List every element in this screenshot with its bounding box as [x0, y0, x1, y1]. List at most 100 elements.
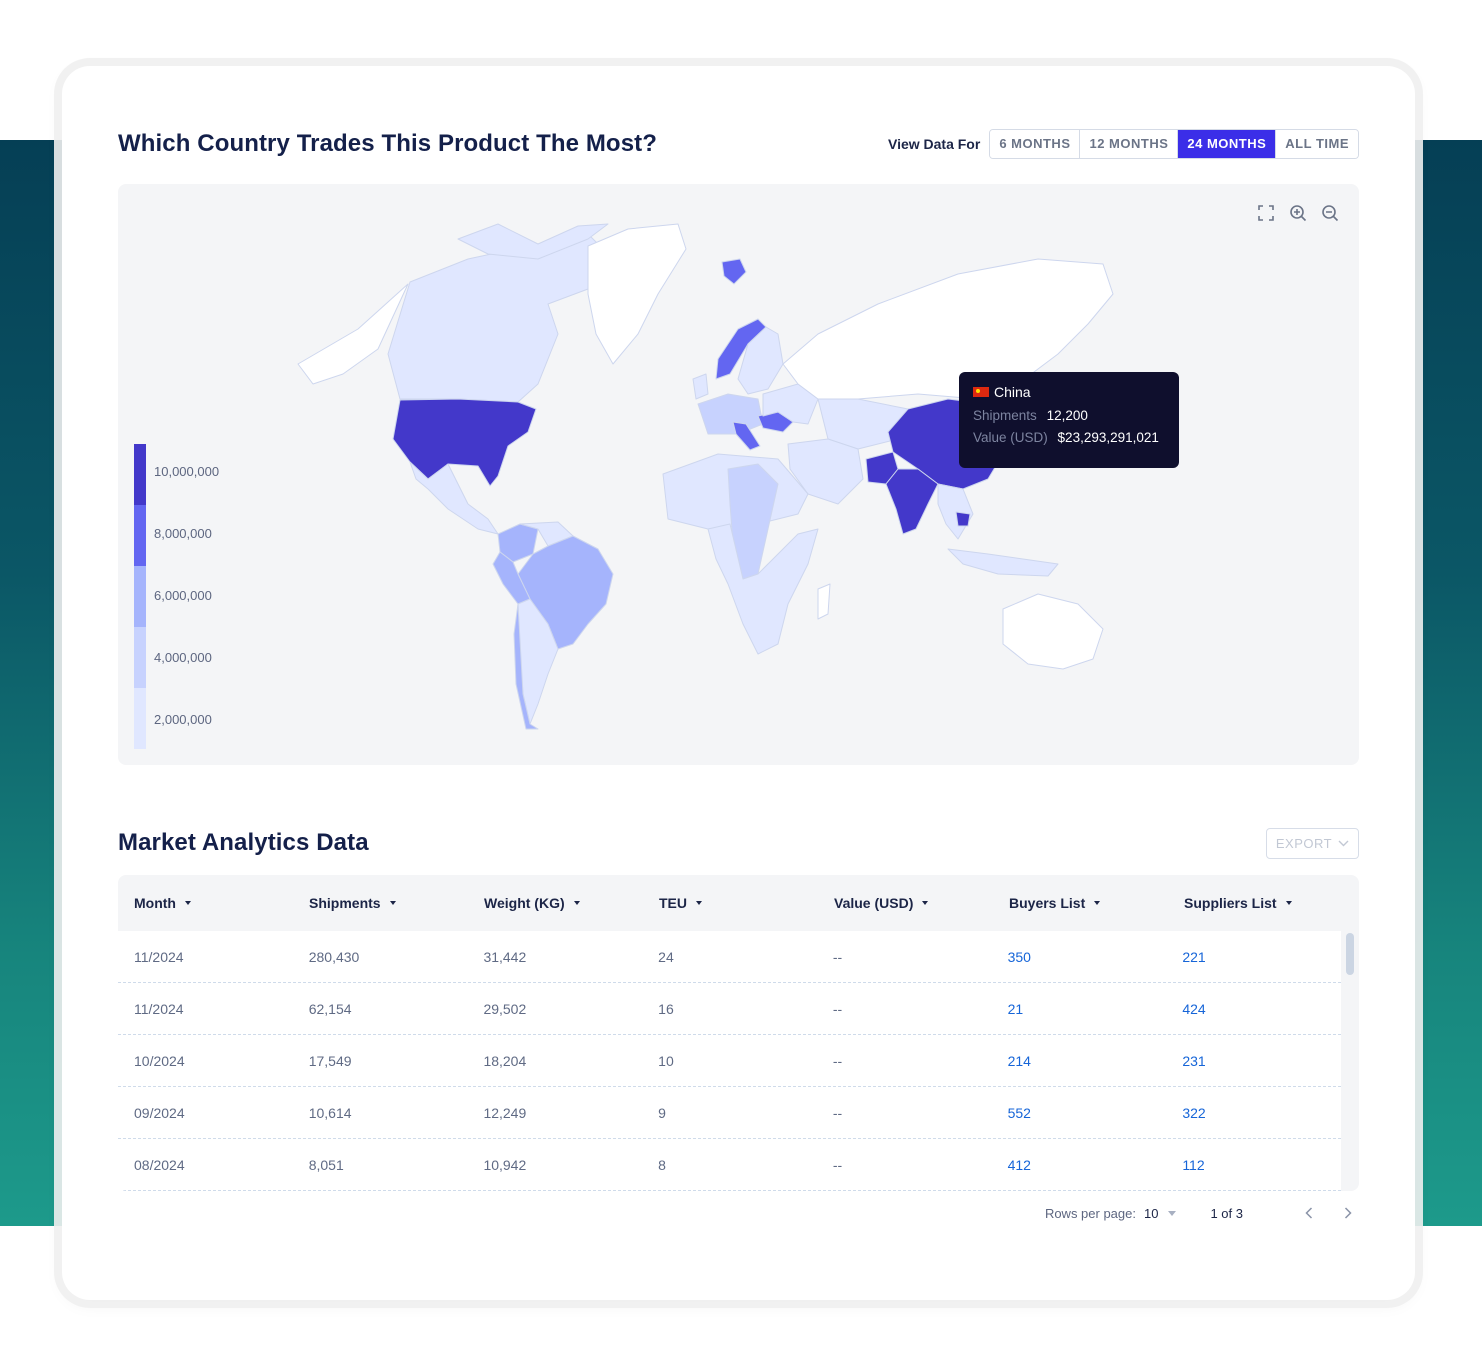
country-canada — [387, 233, 619, 403]
view-data-label: View Data For — [887, 136, 981, 152]
column-header-suppliers[interactable]: Suppliers List — [1168, 895, 1343, 911]
view-data-selector: View Data For 6 MONTHS 12 MONTHS 24 MONT… — [888, 129, 1359, 159]
chevron-right-icon — [1344, 1207, 1352, 1219]
cell-value: -- — [832, 948, 843, 965]
range-6-months-button[interactable]: 6 MONTHS — [990, 130, 1081, 158]
cell-month: 08/2024 — [134, 1156, 185, 1173]
table-row: 09/2024 10,614 12,249 9 -- 552 322 — [118, 1087, 1341, 1139]
cell-weight: 31,442 — [483, 948, 527, 965]
column-header-buyers[interactable]: Buyers List — [993, 895, 1168, 911]
tooltip-shipments-label: Shipments — [973, 408, 1037, 423]
column-header-value[interactable]: Value (USD) — [818, 895, 993, 911]
cell-teu: 8 — [658, 1156, 666, 1173]
chevron-left-icon — [1305, 1207, 1313, 1219]
country-indonesia — [947, 548, 1059, 577]
world-map-panel: 10,000,000 8,000,000 6,000,000 4,000,000… — [118, 184, 1359, 765]
cell-weight: 29,502 — [483, 1000, 527, 1017]
table-row: 08/2024 8,051 10,942 8 -- 412 112 — [118, 1139, 1341, 1191]
legend-step-3 — [134, 566, 146, 627]
legend-step-5 — [134, 688, 146, 749]
country-madagascar — [817, 583, 831, 620]
tooltip-value-label: Value (USD) — [973, 430, 1048, 445]
legend-label: 6,000,000 — [154, 588, 212, 603]
cell-buyers-link[interactable]: 412 — [992, 1157, 1167, 1173]
cell-teu: 16 — [658, 1000, 674, 1017]
next-page-button[interactable] — [1337, 1202, 1359, 1224]
cell-value: -- — [832, 1052, 843, 1069]
tooltip-value-amount: $23,293,291,021 — [1057, 430, 1159, 445]
country-india — [885, 468, 939, 535]
table-scrollbar[interactable] — [1341, 931, 1359, 1191]
cell-buyers-link[interactable]: 350 — [992, 949, 1167, 965]
cell-suppliers-link[interactable]: 231 — [1166, 1053, 1341, 1069]
cell-teu: 24 — [658, 948, 674, 965]
cell-suppliers-link[interactable]: 322 — [1166, 1105, 1341, 1121]
time-range-segmented-control: 6 MONTHS 12 MONTHS 24 MONTHS ALL TIME — [989, 129, 1359, 159]
zoom-in-icon[interactable] — [1287, 202, 1309, 224]
cell-suppliers-link[interactable]: 112 — [1166, 1157, 1341, 1173]
column-header-weight[interactable]: Weight (KG) — [468, 895, 643, 911]
sort-caret-icon — [573, 901, 580, 905]
world-map[interactable] — [118, 184, 1359, 765]
cell-buyers-link[interactable]: 214 — [992, 1053, 1167, 1069]
range-all-time-button[interactable]: ALL TIME — [1276, 130, 1358, 158]
column-header-shipments[interactable]: Shipments — [293, 895, 468, 911]
sort-caret-icon — [922, 901, 929, 905]
rows-per-page-select[interactable]: 10 — [1144, 1206, 1158, 1221]
tooltip-country-name: China — [994, 384, 1031, 400]
cell-month: 11/2024 — [134, 1000, 184, 1017]
market-analytics-table: Month Shipments Weight (KG) TEU Value (U… — [118, 875, 1359, 1191]
country-uk — [692, 373, 709, 400]
cell-value: -- — [832, 1156, 843, 1173]
legend-color-scale — [134, 444, 146, 749]
legend-step-2 — [134, 505, 146, 566]
cell-month: 10/2024 — [134, 1052, 185, 1069]
cell-suppliers-link[interactable]: 221 — [1166, 949, 1341, 965]
table-row: 10/2024 17,549 18,204 10 -- 214 231 — [118, 1035, 1341, 1087]
legend-step-4 — [134, 627, 146, 688]
table-row: 11/2024 62,154 29,502 16 -- 21 424 — [118, 983, 1341, 1035]
cell-month: 11/2024 — [134, 948, 184, 965]
cell-value: -- — [832, 1000, 843, 1017]
column-header-month[interactable]: Month — [118, 895, 293, 911]
table-header: Month Shipments Weight (KG) TEU Value (U… — [118, 875, 1359, 931]
chevron-down-icon — [1338, 840, 1349, 847]
column-header-teu[interactable]: TEU — [643, 895, 818, 911]
page-info: 1 of 3 — [1210, 1205, 1243, 1221]
rows-per-page-caret-icon[interactable] — [1168, 1210, 1177, 1216]
cell-shipments: 8,051 — [308, 1156, 344, 1173]
country-australia — [1002, 593, 1104, 670]
cell-teu: 9 — [658, 1104, 666, 1121]
china-flag-icon — [973, 387, 989, 397]
fullscreen-icon[interactable] — [1255, 202, 1277, 224]
export-button[interactable]: EXPORT — [1266, 828, 1359, 859]
previous-page-button[interactable] — [1298, 1202, 1320, 1224]
cell-weight: 10,942 — [483, 1156, 527, 1173]
legend-label: 4,000,000 — [154, 650, 212, 665]
cell-buyers-link[interactable]: 552 — [992, 1105, 1167, 1121]
scrollbar-thumb[interactable] — [1346, 933, 1354, 975]
range-12-months-button[interactable]: 12 MONTHS — [1080, 130, 1179, 158]
country-france-germany — [697, 393, 764, 435]
cell-buyers-link[interactable]: 21 — [992, 1001, 1167, 1017]
country-tooltip: China Shipments 12,200 Value (USD) $23,2… — [959, 372, 1179, 468]
table-body: 11/2024 280,430 31,442 24 -- 350 221 11/… — [118, 931, 1359, 1191]
sort-caret-icon — [696, 901, 702, 905]
table-row: 11/2024 280,430 31,442 24 -- 350 221 — [118, 931, 1341, 983]
cell-shipments: 10,614 — [308, 1104, 352, 1121]
cell-shipments: 280,430 — [308, 948, 360, 965]
legend-step-1 — [134, 444, 146, 505]
zoom-out-icon[interactable] — [1319, 202, 1341, 224]
range-24-months-button[interactable]: 24 MONTHS — [1178, 130, 1277, 158]
pagination: Rows per page: 10 1 of 3 — [1045, 1202, 1359, 1224]
map-section-title: Which Country Trades This Product The Mo… — [118, 130, 657, 157]
sort-caret-icon — [1285, 901, 1292, 905]
cell-shipments: 62,154 — [308, 1000, 352, 1017]
country-southeast-asia — [937, 483, 974, 540]
cell-suppliers-link[interactable]: 424 — [1166, 1001, 1341, 1017]
main-card: Which Country Trades This Product The Mo… — [62, 66, 1415, 1300]
cell-weight: 12,249 — [483, 1104, 527, 1121]
cell-month: 09/2024 — [134, 1104, 185, 1121]
cell-value: -- — [832, 1104, 843, 1121]
legend-label: 2,000,000 — [154, 712, 212, 727]
